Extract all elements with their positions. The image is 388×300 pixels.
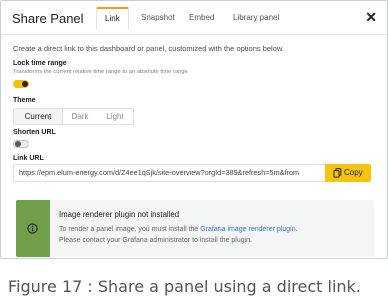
tab-embed[interactable]: Embed — [189, 13, 214, 22]
figure-caption: Figure 17 : Share a panel using a direct… — [8, 277, 361, 296]
theme-option-light[interactable]: Light — [97, 109, 133, 124]
alert-text-suffix: . — [295, 226, 298, 233]
theme-selector: Current Dark Light — [13, 108, 134, 125]
theme-label: Theme — [13, 97, 36, 104]
link-url-input[interactable]: https://epm.elum-energy.com/d/Z4ee1qSjk/… — [13, 164, 325, 182]
dialog-header: Share Panel Link Snapshot Embed Library … — [1, 1, 387, 35]
plugin-alert: Image renderer plugin not installed To r… — [16, 200, 374, 257]
share-description: Create a direct link to this dashboard o… — [13, 44, 284, 53]
copy-button-label: Copy — [344, 168, 363, 177]
tab-snapshot[interactable]: Snapshot — [141, 13, 175, 22]
dialog-title: Share Panel — [12, 11, 84, 26]
link-url-label: Link URL — [13, 155, 44, 162]
info-icon — [27, 223, 38, 234]
close-icon[interactable]: ✕ — [365, 9, 377, 26]
toggle-knob — [15, 141, 21, 147]
alert-text-line2: Please contact your Grafana administrato… — [59, 237, 252, 244]
copy-button[interactable]: Copy — [325, 164, 371, 182]
lock-time-toggle[interactable] — [13, 80, 29, 88]
alert-text-prefix: To render a panel image, you must instal… — [59, 226, 201, 233]
share-panel-dialog: Share Panel Link Snapshot Embed Library … — [0, 0, 388, 259]
lock-time-label: Lock time range — [13, 60, 67, 67]
renderer-plugin-link[interactable]: Grafana image renderer plugin — [200, 226, 295, 233]
toggle-knob — [22, 81, 28, 87]
theme-option-current[interactable]: Current — [14, 109, 63, 124]
alert-text-line1: To render a panel image, you must instal… — [59, 226, 298, 233]
shorten-url-label: Shorten URL — [13, 129, 56, 136]
theme-option-dark[interactable]: Dark — [63, 109, 97, 124]
lock-time-sublabel: Transforms the current relative time ran… — [13, 69, 188, 75]
alert-accent-bar — [16, 200, 50, 257]
alert-title: Image renderer plugin not installed — [59, 210, 180, 219]
copy-icon — [333, 168, 342, 178]
tab-library-panel[interactable]: Library panel — [233, 13, 279, 22]
shorten-url-toggle[interactable] — [13, 140, 29, 148]
tab-link[interactable]: Link — [96, 7, 129, 29]
